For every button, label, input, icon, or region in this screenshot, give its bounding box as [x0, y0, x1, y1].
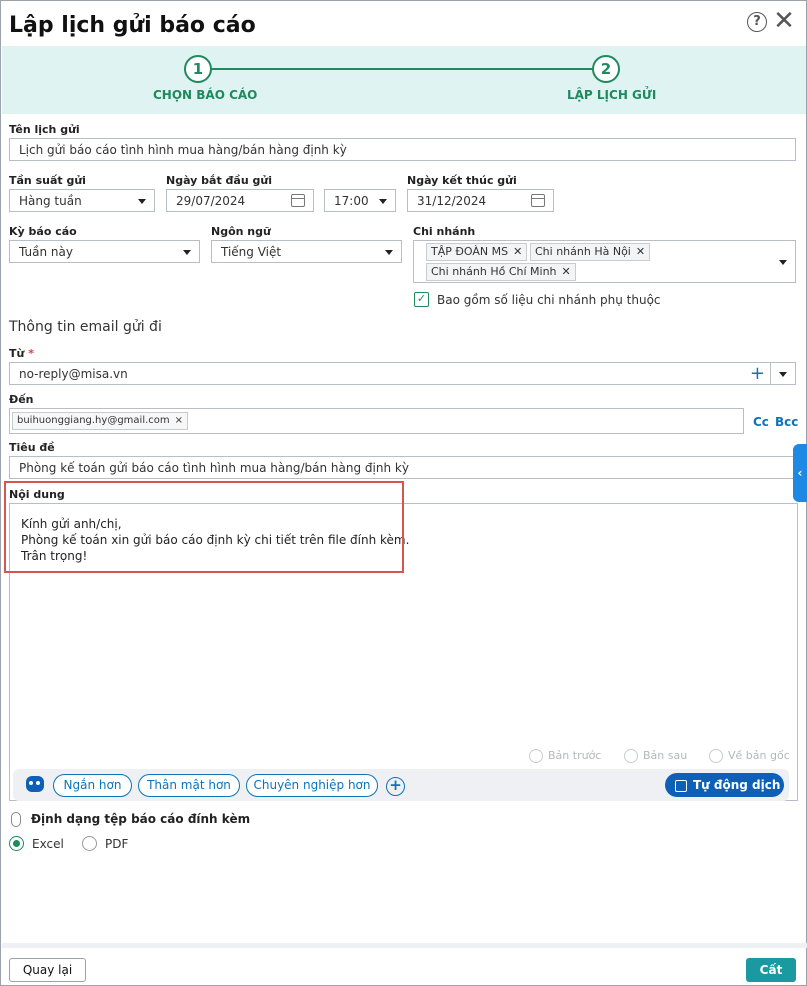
save-button[interactable]: Cất [746, 958, 796, 982]
attach-format-label: Định dạng tệp báo cáo đính kèm [31, 812, 251, 826]
from-value: no-reply@misa.vn [19, 367, 128, 381]
recipient-tag: buihuonggiang.hy@gmail.com × [12, 412, 189, 430]
step-2-circle[interactable]: 2 [592, 55, 620, 83]
from-label-text: Từ [9, 347, 25, 360]
end-date-value: 31/12/2024 [417, 194, 487, 208]
step-2-label[interactable]: LẬP LỊCH GỬI [567, 88, 656, 102]
excel-label: Excel [32, 837, 64, 851]
prev-version-button[interactable]: Bản trước [529, 749, 601, 763]
branch-multiselect[interactable]: TẬP ĐOÀN MS ✕ Chi nhánh Hà Nội ✕ Chi nhánh… [413, 240, 796, 283]
footer-divider [2, 943, 807, 948]
close-icon[interactable]: ✕ [513, 245, 522, 258]
ai-assistant-icon[interactable] [26, 776, 44, 792]
close-icon[interactable]: × [175, 415, 183, 426]
arrow-left-icon [529, 749, 543, 763]
shorter-button[interactable]: Ngắn hơn [53, 774, 132, 797]
pdf-radio[interactable] [82, 836, 97, 851]
restore-original-label: Về bản gốc [728, 749, 790, 762]
period-select[interactable]: Tuần này [9, 240, 200, 263]
start-date-label: Ngày bắt đầu gửi [166, 174, 272, 187]
chevron-down-icon [379, 199, 387, 204]
email-section-title: Thông tin email gửi đi [9, 319, 162, 335]
to-label: Đến [9, 393, 34, 406]
next-version-label: Bản sau [643, 749, 688, 762]
restore-original-button[interactable]: Về bản gốc [709, 749, 790, 763]
calendar-icon[interactable] [291, 194, 305, 207]
recipient-tag-label: buihuonggiang.hy@gmail.com [17, 415, 170, 426]
bcc-link[interactable]: Bcc [775, 415, 798, 429]
dialog-title: Lập lịch gửi báo cáo [9, 13, 256, 38]
start-date-value: 29/07/2024 [176, 194, 246, 208]
chevron-down-icon[interactable] [779, 372, 787, 377]
start-date-input[interactable]: 29/07/2024 [166, 189, 314, 212]
subject-label: Tiêu đề [9, 441, 55, 454]
calendar-icon[interactable] [531, 194, 545, 207]
divider [770, 363, 771, 384]
auto-translate-button[interactable]: Tự động dịch [665, 773, 784, 797]
arrow-right-icon [624, 749, 638, 763]
send-time-select[interactable]: 17:00 [324, 189, 396, 212]
translate-icon [675, 779, 687, 792]
back-button[interactable]: Quay lại [9, 958, 86, 982]
professional-button[interactable]: Chuyên nghiệp hơn [246, 774, 378, 797]
paperclip-icon [11, 812, 21, 827]
step-1-circle[interactable]: 1 [184, 55, 212, 83]
add-prompt-icon[interactable]: + [386, 777, 405, 796]
friendlier-button[interactable]: Thân mật hơn [138, 774, 240, 797]
add-icon[interactable]: + [750, 364, 765, 384]
frequency-value: Hàng tuần [19, 194, 82, 208]
stepper [2, 46, 806, 114]
include-sub-label: Bao gồm số liệu chi nhánh phụ thuộc [437, 293, 661, 307]
chevron-down-icon[interactable] [779, 260, 787, 265]
chevron-down-icon [385, 250, 393, 255]
highlight-box [4, 481, 404, 573]
next-version-button[interactable]: Bản sau [624, 749, 687, 763]
branch-tag-label: TẬP ĐOÀN MS [431, 245, 509, 258]
collapse-panel-icon[interactable]: ‹ [793, 444, 807, 502]
branch-tag-label: Chi nhánh Hà Nội [535, 245, 631, 258]
schedule-dialog: Lập lịch gửi báo cáo ? ✕ 1 CHỌN BÁO CÁO … [0, 0, 807, 986]
branch-tag: TẬP ĐOÀN MS ✕ [426, 243, 528, 261]
frequency-select[interactable]: Hàng tuần [9, 189, 155, 212]
name-label: Tên lịch gửi [9, 123, 80, 136]
excel-radio[interactable] [9, 836, 24, 851]
cc-link[interactable]: Cc [753, 415, 769, 429]
close-icon[interactable]: ✕ [636, 245, 645, 258]
pdf-label: PDF [105, 837, 129, 851]
send-time-value: 17:00 [334, 194, 369, 208]
schedule-name-input[interactable]: Lịch gửi báo cáo tình hình mua hàng/bán … [9, 138, 796, 161]
from-select[interactable]: no-reply@misa.vn + [9, 362, 796, 385]
prev-version-label: Bản trước [548, 749, 602, 762]
stepper-line [211, 68, 593, 70]
close-icon[interactable]: ✕ [773, 8, 795, 34]
from-label: Từ * [9, 347, 34, 360]
frequency-label: Tần suất gửi [9, 174, 86, 187]
branch-label: Chi nhánh [413, 225, 476, 238]
chevron-down-icon [183, 250, 191, 255]
to-input[interactable]: buihuonggiang.hy@gmail.com × [9, 408, 744, 434]
end-date-input[interactable]: 31/12/2024 [407, 189, 554, 212]
language-select[interactable]: Tiếng Việt [211, 240, 402, 263]
required-mark: * [28, 347, 34, 360]
chevron-down-icon [138, 199, 146, 204]
period-value: Tuần này [19, 245, 73, 259]
branch-tag: Chi nhánh Hà Nội ✕ [530, 243, 651, 261]
close-icon[interactable]: ✕ [562, 265, 571, 278]
step-1-label[interactable]: CHỌN BÁO CÁO [153, 88, 257, 102]
include-sub-checkbox[interactable]: ✓ [414, 292, 429, 307]
help-icon[interactable]: ? [747, 12, 767, 32]
auto-translate-label: Tự động dịch [693, 778, 781, 792]
branch-tag-label: Chi nhánh Hồ Chí Minh [431, 265, 557, 278]
period-label: Kỳ báo cáo [9, 225, 77, 238]
branch-tag: Chi nhánh Hồ Chí Minh ✕ [426, 263, 576, 281]
language-label: Ngôn ngữ [211, 225, 271, 238]
end-date-label: Ngày kết thúc gửi [407, 174, 517, 187]
language-value: Tiếng Việt [221, 245, 282, 259]
undo-icon [709, 749, 723, 763]
subject-input[interactable]: Phòng kế toán gửi báo cáo tình hình mua … [9, 456, 796, 479]
